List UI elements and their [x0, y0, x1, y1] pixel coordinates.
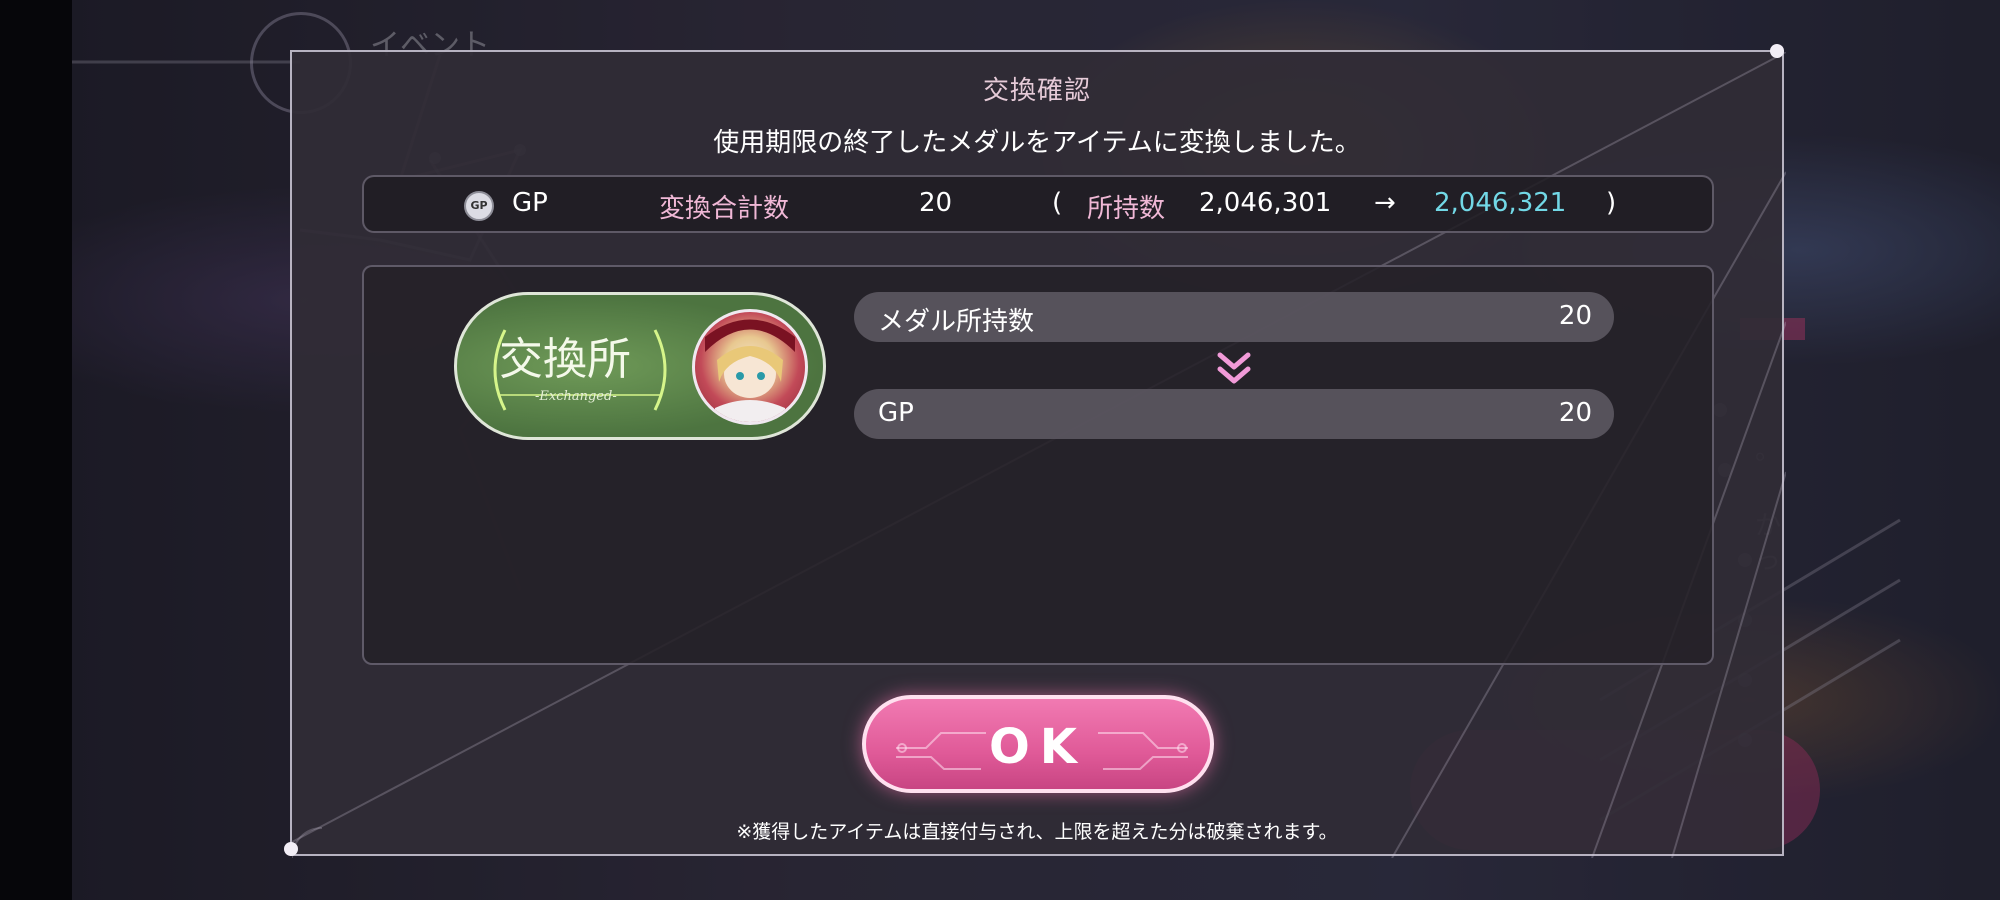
- medal-count-value: 20: [1558, 301, 1592, 331]
- exchange-shop-badge: 交換所 -Exchanged-: [454, 292, 826, 440]
- owned-before: 2,046,301: [1199, 188, 1332, 218]
- exchange-summary-bar: GP GP 変換合計数 20 ( 所持数 2,046,301 → 2,046,3…: [362, 175, 1714, 233]
- exchange-confirm-dialog: 交換確認 使用期限の終了したメダルをアイテムに変換しました。 GP GP 変換合…: [284, 44, 1786, 858]
- owned-label: 所持数: [1087, 194, 1166, 224]
- corner-dot: [284, 842, 298, 856]
- total-value: 20: [919, 188, 953, 218]
- gp-coin-icon: GP: [464, 191, 494, 221]
- corner-dot: [1770, 44, 1784, 58]
- badge-title: 交換所: [499, 334, 631, 385]
- character-portrait: [692, 309, 808, 425]
- owned-after: 2,046,321: [1434, 188, 1567, 218]
- medal-count-row: メダル所持数 20: [854, 292, 1614, 342]
- paren-open: (: [1052, 188, 1063, 218]
- dialog-title: 交換確認: [982, 76, 1091, 106]
- total-label: 変換合計数: [659, 194, 790, 224]
- ok-button[interactable]: OK: [862, 695, 1214, 793]
- exchange-detail-panel: 交換所 -Exchanged- メダル所持数 20 GP 20: [362, 265, 1714, 665]
- ok-button-label: OK: [989, 719, 1087, 775]
- footnote: ※獲得したアイテムは直接付与され、上限を超えた分は破棄されます。: [736, 821, 1338, 843]
- double-chevron-down-icon: [1217, 352, 1251, 384]
- gp-result-label: GP: [878, 398, 914, 428]
- arrow-right-icon: →: [1374, 188, 1396, 218]
- dialog-message: 使用期限の終了したメダルをアイテムに変換しました。: [713, 128, 1361, 158]
- gp-result-value: 20: [1558, 398, 1592, 428]
- currency-name: GP: [512, 188, 548, 218]
- gp-result-row: GP 20: [854, 389, 1614, 439]
- badge-subtitle: -Exchanged-: [535, 389, 617, 404]
- paren-close: ): [1606, 188, 1617, 218]
- game-screen: イベント 。 か っ: [0, 0, 2000, 900]
- medal-count-label: メダル所持数: [878, 307, 1035, 337]
